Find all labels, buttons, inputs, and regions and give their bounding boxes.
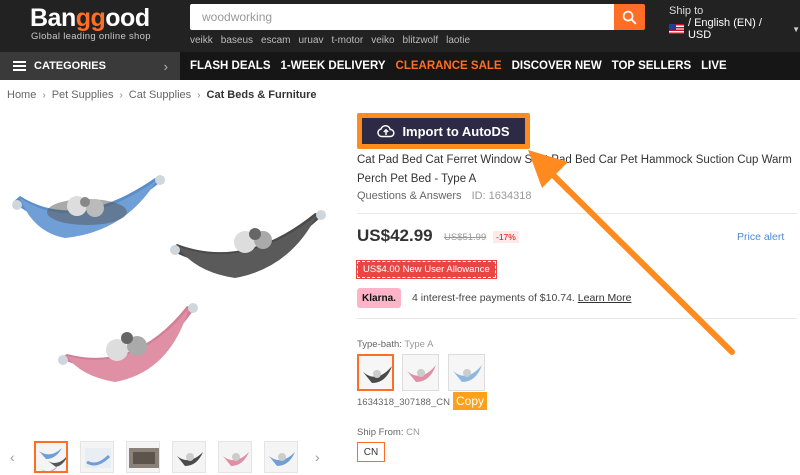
logo-text-prefix: Ban: [30, 4, 76, 32]
sku-code: 1634318_307188_CN: [357, 397, 450, 408]
hot-word[interactable]: uruav: [299, 35, 324, 46]
thumbnail[interactable]: [264, 441, 298, 473]
nav-clearance-sale[interactable]: CLEARANCE SALE: [396, 60, 502, 72]
nav-links: FLASH DEALS 1-WEEK DELIVERY CLEARANCE SA…: [190, 52, 727, 80]
blue-hammock: [12, 175, 165, 238]
product-meta: Questions & Answers ID: 1634318: [357, 190, 532, 202]
chevron-right-icon: ›: [197, 89, 201, 101]
chevron-right-icon: ›: [42, 89, 46, 101]
breadcrumb-pet-supplies[interactable]: Pet Supplies: [52, 89, 114, 101]
ship-to-value: / English (EN) / USD: [687, 17, 762, 41]
nav-top-sellers[interactable]: TOP SELLERS: [612, 60, 691, 72]
hot-word[interactable]: blitzwolf: [403, 35, 439, 46]
discount-badge: -17%: [493, 231, 519, 243]
variant-option-grey[interactable]: [357, 354, 394, 391]
ship-from-label: Ship From: CN: [357, 427, 420, 438]
variant-option-blue[interactable]: [448, 354, 485, 391]
product-title: Cat Pad Bed Cat Ferret Window Seat Pad B…: [357, 154, 792, 185]
chevron-right-icon[interactable]: ›: [315, 449, 320, 465]
nav-flash-deals[interactable]: FLASH DEALS: [190, 60, 271, 72]
banggood-logo[interactable]: Banggood: [30, 4, 150, 33]
questions-answers-link[interactable]: Questions & Answers: [357, 190, 462, 202]
autods-label: Import to AutoDS: [402, 123, 510, 139]
breadcrumb-cat-supplies[interactable]: Cat Supplies: [129, 89, 191, 101]
ship-from-text: Ship From:: [357, 427, 404, 438]
ship-from-value: CN: [406, 427, 420, 438]
product-main-image[interactable]: [5, 140, 335, 395]
breadcrumb-home[interactable]: Home: [7, 89, 36, 101]
breadcrumb: Home › Pet Supplies › Cat Supplies › Cat…: [7, 89, 317, 101]
hot-word[interactable]: veikk: [190, 35, 213, 46]
hot-search-words: veikk baseus escam uruav t-motor veiko b…: [190, 35, 470, 46]
thumbnail[interactable]: [172, 441, 206, 473]
new-user-allowance-badge[interactable]: US$4.00 New User Allowance: [356, 260, 497, 279]
divider: [357, 213, 797, 214]
chevron-left-icon[interactable]: ‹: [10, 449, 15, 465]
thumbnail[interactable]: [34, 441, 68, 473]
hot-word[interactable]: t-motor: [332, 35, 364, 46]
search-button[interactable]: [614, 4, 645, 30]
cat-hammock-image: [12, 175, 326, 382]
hot-word[interactable]: veiko: [371, 35, 394, 46]
type-selector-label: Type-bath: Type A: [357, 339, 433, 350]
klarna-logo: Klarna.: [357, 288, 401, 308]
thumbnail[interactable]: [80, 441, 114, 473]
grey-hammock: [170, 210, 326, 278]
hot-word[interactable]: laotie: [446, 35, 470, 46]
klarna-info: 4 interest-free payments of $10.74. Lear…: [412, 292, 631, 304]
logo-tagline: Global leading online shop: [31, 31, 151, 42]
price-alert-link[interactable]: Price alert: [737, 231, 784, 243]
menu-icon: [13, 61, 26, 71]
nav-live[interactable]: LIVE: [701, 60, 727, 72]
thumbnail-strip: ‹ ›: [10, 441, 335, 473]
autods-button-inner: Import to AutoDS: [362, 118, 525, 144]
ship-to-selector[interactable]: / English (EN) / USD ▼: [669, 17, 800, 41]
cloud-upload-icon: [377, 125, 396, 138]
chevron-right-icon: ›: [163, 58, 168, 74]
us-flag-icon: [669, 24, 684, 34]
main-nav: CATEGORIES › FLASH DEALS 1-WEEK DELIVERY…: [0, 52, 800, 80]
site-header: Banggood Global leading online shop veik…: [0, 0, 800, 52]
variant-option-pink[interactable]: [402, 354, 439, 391]
klarna-text: 4 interest-free payments of $10.74.: [412, 292, 575, 304]
original-price: US$51.99: [444, 232, 487, 243]
hot-word[interactable]: baseus: [221, 35, 253, 46]
product-id: ID: 1634318: [471, 190, 532, 202]
ship-from-option-cn[interactable]: CN: [357, 442, 385, 462]
ship-to-label: Ship to: [669, 5, 704, 17]
type-label: Type-bath:: [357, 339, 402, 350]
categories-button[interactable]: CATEGORIES ›: [0, 52, 180, 80]
logo-text-highlight: gg: [75, 4, 106, 32]
breadcrumb-current: Cat Beds & Furniture: [206, 89, 317, 101]
search-input[interactable]: [190, 4, 614, 30]
thumbnail[interactable]: [218, 441, 252, 473]
categories-label: CATEGORIES: [34, 60, 106, 72]
pink-hammock: [58, 303, 198, 382]
copy-sku-button[interactable]: Copy: [453, 392, 488, 410]
nav-week-delivery[interactable]: 1-WEEK DELIVERY: [281, 60, 386, 72]
chevron-right-icon: ›: [119, 89, 123, 101]
logo-text-suffix: ood: [105, 4, 150, 32]
divider: [357, 318, 797, 319]
product-price: US$42.99: [357, 226, 433, 245]
type-value: Type A: [404, 339, 434, 350]
klarna-learn-more-link[interactable]: Learn More: [578, 292, 632, 304]
hot-word[interactable]: escam: [261, 35, 290, 46]
thumbnail[interactable]: [126, 441, 160, 473]
import-to-autods-button[interactable]: Import to AutoDS: [357, 113, 530, 149]
caret-down-icon: ▼: [792, 24, 800, 34]
search-icon: [622, 10, 637, 24]
search-box: [190, 4, 614, 30]
nav-discover-new[interactable]: DISCOVER NEW: [512, 60, 602, 72]
